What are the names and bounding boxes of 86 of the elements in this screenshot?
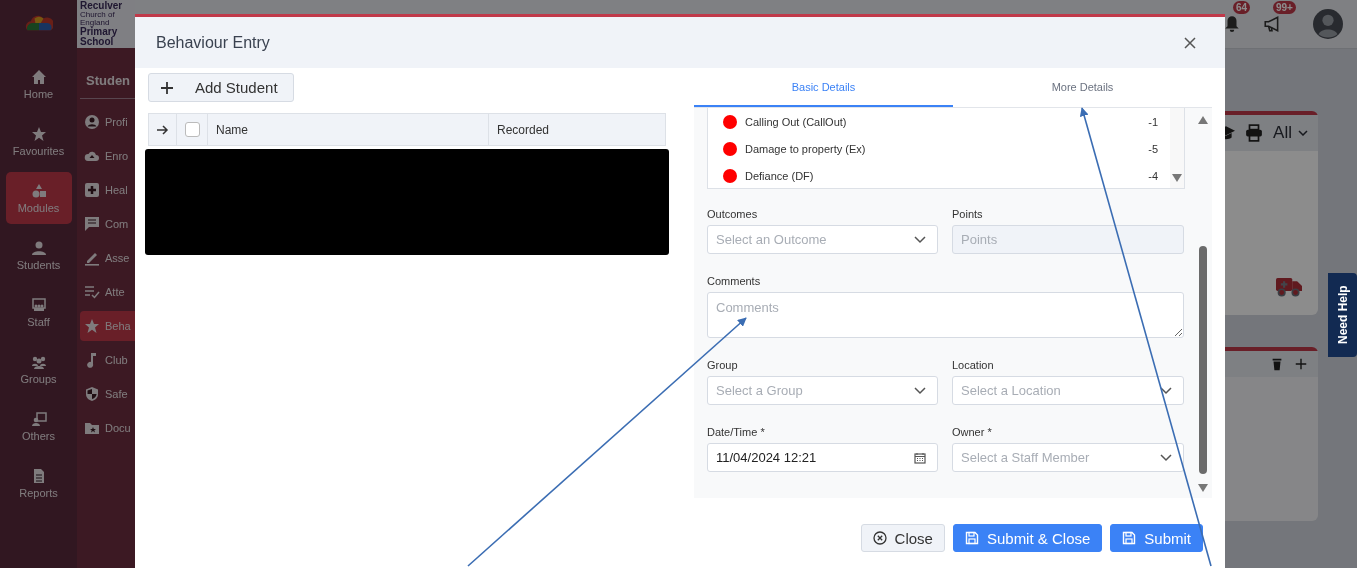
pencil-icon [84,250,100,266]
nav-item[interactable]: Reports [5,457,72,509]
need-help-tab[interactable]: Need Help [1328,273,1357,357]
close-icon[interactable] [1184,36,1196,49]
close-circle-icon [872,531,887,545]
plus-icon[interactable] [1294,357,1308,371]
tab[interactable]: More Details [953,68,1212,107]
chevron-down-icon [914,235,926,244]
behaviour-name[interactable]: Damage to property (Ex) [745,142,1149,155]
folder-icon [84,420,100,436]
plus-icon [160,80,174,95]
comment-icon [84,216,100,232]
bell-icon[interactable] [1223,15,1241,33]
profile-icon [84,114,100,130]
shapes-icon [30,182,47,199]
scroll-down-icon[interactable] [1197,484,1208,492]
field-label: Owner * [952,425,993,439]
field-label: Location [952,358,995,372]
behaviour-points: -5 [1148,142,1158,155]
select-field[interactable]: Select a Staff Member [952,443,1184,472]
field-label: Points [952,207,984,221]
select-field[interactable]: Select a Location [952,376,1184,405]
sidebar-item[interactable]: Safe [80,379,135,409]
sidebar-item[interactable]: Club [80,345,135,375]
arrow-right-icon [156,124,169,135]
home-icon [30,68,47,85]
avatar-icon[interactable] [1313,9,1343,39]
sidebar-item[interactable]: Enro [80,141,135,171]
sidebar-item[interactable]: Com [80,209,135,239]
cloud-logo-icon[interactable] [24,14,53,32]
select-all-checkbox[interactable] [184,122,200,137]
person-icon [30,239,47,256]
calendar-icon[interactable] [914,451,926,464]
scroll-down-icon[interactable] [1172,174,1182,182]
field-label: Outcomes [707,207,759,221]
field-label: Comments [707,274,762,288]
chevron-down-icon [1160,386,1172,395]
nav-item[interactable]: Staff [5,286,72,338]
comments-field[interactable]: Comments [707,292,1184,338]
submit-button[interactable]: Submit & Close [952,524,1103,552]
printer-icon[interactable] [1245,124,1264,142]
nav-item[interactable]: Groups [5,343,72,395]
shield-icon [84,386,100,402]
date-field[interactable]: 11/04/2024 12:21 [707,443,938,472]
notification-badge: 99+ [1273,1,1296,14]
behaviour-name[interactable]: Defiance (DF) [745,169,1149,182]
chevron-down-icon [1160,453,1172,462]
submit-button[interactable]: Submit [1110,524,1203,552]
sidebar-item[interactable]: Profi [80,107,135,137]
megaphone-icon[interactable] [1263,15,1281,33]
sidebar-item[interactable]: Beha [80,311,135,341]
chevron-down-icon [914,386,926,395]
trash-icon[interactable] [1270,357,1284,371]
scrollbar-thumb[interactable] [1198,246,1207,474]
sidebar-item[interactable]: Heal [80,175,135,205]
close-button[interactable]: Close [860,524,945,552]
add-student-button[interactable]: Add Student [148,73,294,102]
sidebar-item[interactable]: Docu [80,413,135,443]
nav-item[interactable]: Favourites [5,115,72,167]
presentation-icon [30,296,47,313]
notification-badge: 64 [1233,1,1251,14]
medical-cross-icon [84,182,100,198]
chevron-down-icon [1298,130,1308,136]
nav-item[interactable]: Others [5,400,72,452]
nav-item[interactable]: Home [5,58,72,110]
select-field[interactable]: Select an Outcome [707,225,938,254]
school-logo: Reculver Church of England Primary School [77,0,135,48]
behaviour-points: -4 [1148,169,1158,182]
star-icon [30,125,47,142]
field-label: Date/Time * [707,425,766,439]
checklist-icon [84,284,100,300]
star-icon [84,318,100,334]
dialog-title: Behaviour Entry [156,33,270,52]
column-header[interactable]: Name [208,114,489,145]
filter-dropdown[interactable]: All [1273,123,1308,143]
column-header[interactable]: Recorded [489,114,665,145]
scroll-up-icon[interactable] [1197,116,1208,124]
nav-item[interactable]: Students [5,229,72,281]
behaviour-name[interactable]: Calling Out (CallOut) [745,115,1149,128]
sidebar-item[interactable]: Asse [80,243,135,273]
sidebar-item[interactable]: Atte [80,277,135,307]
select-field[interactable]: Select a Group [707,376,938,405]
behaviour-points: -1 [1148,115,1158,128]
field-label: Group [707,358,739,372]
nav-item[interactable]: Modules [5,172,72,224]
person-board-icon [30,410,47,427]
